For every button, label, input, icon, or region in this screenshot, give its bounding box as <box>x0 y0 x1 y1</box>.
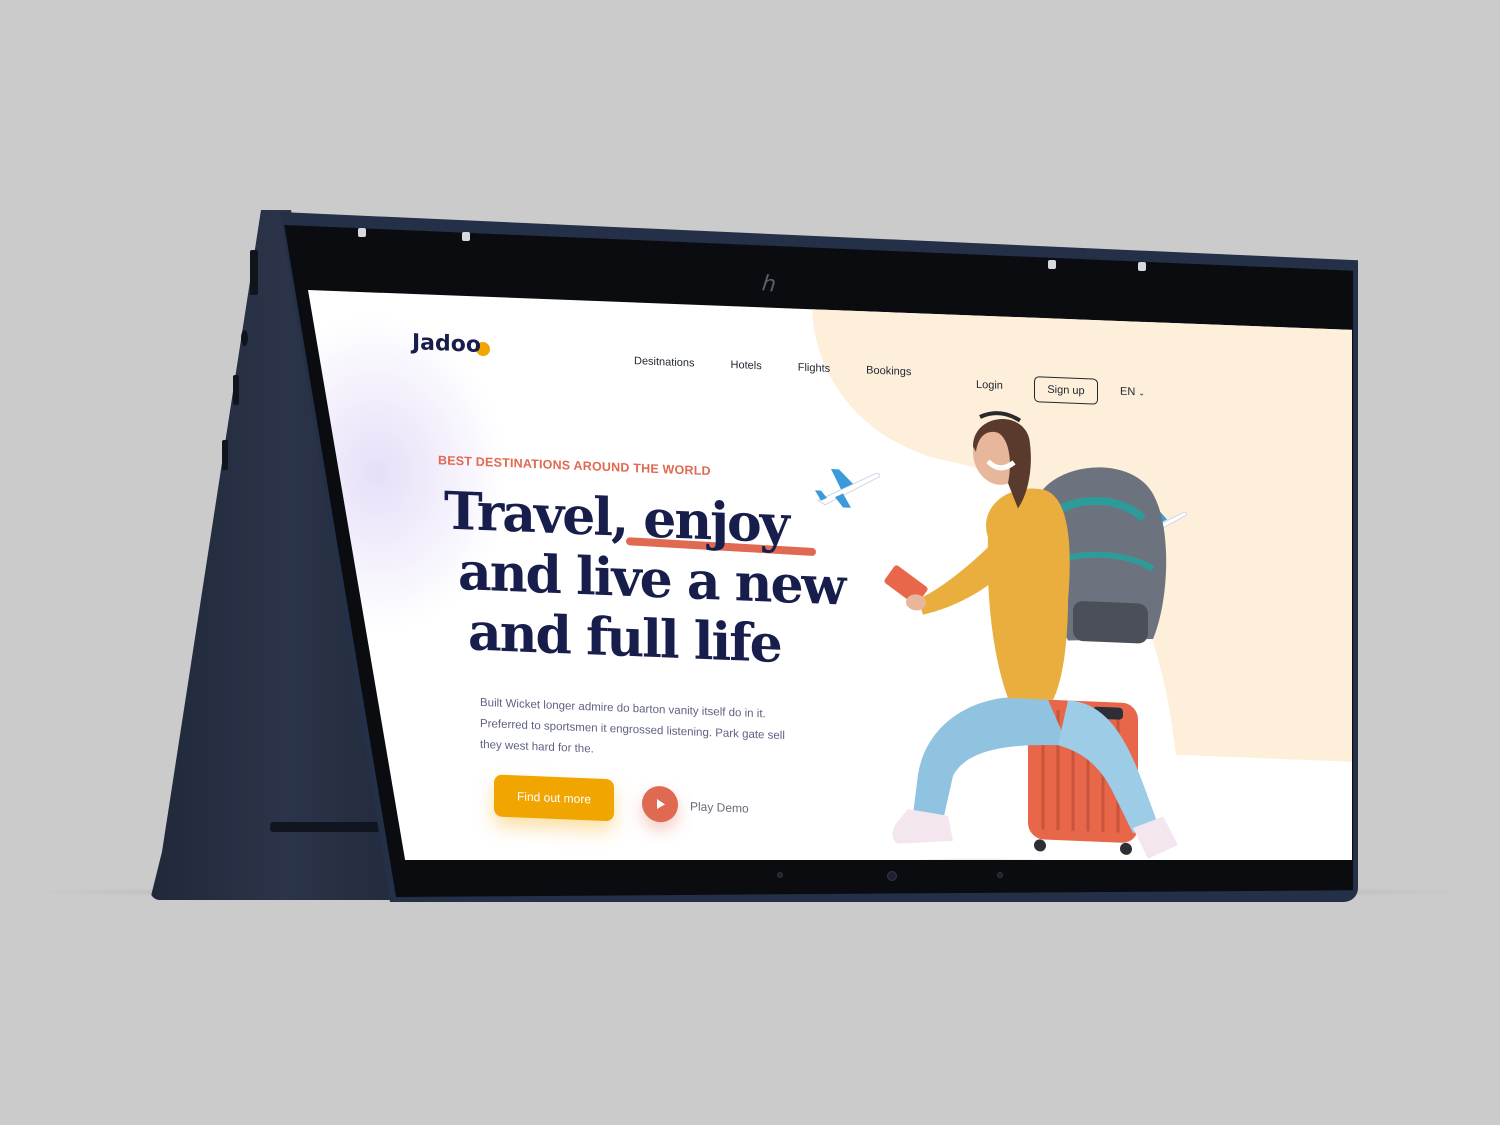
camera-icon <box>887 871 897 881</box>
play-demo-button[interactable] <box>642 785 678 823</box>
play-demo-label[interactable]: Play Demo <box>690 799 749 815</box>
device-mockup: ℎ Jadoo Desitnations Hotels Flights Book… <box>0 0 1500 1125</box>
chevron-down-icon: ⌄ <box>1138 388 1145 398</box>
hero-description: Built Wicket longer admire do barton van… <box>480 696 785 756</box>
login-link[interactable]: Login <box>976 379 1003 392</box>
sensor-icon <box>777 872 783 878</box>
site-logo[interactable]: Jadoo <box>412 330 481 358</box>
sensor-icon <box>997 872 1003 878</box>
language-label: EN <box>1120 385 1136 399</box>
device-hinge <box>462 232 470 241</box>
device-vent <box>270 822 380 832</box>
device-port <box>241 330 248 346</box>
logo-text-suffix: oo <box>450 331 482 358</box>
traveler-illustration <box>884 411 1228 860</box>
nav-item-flights[interactable]: Flights <box>798 362 830 375</box>
hero-headline: Travel, enjoy and live a new and full li… <box>444 480 864 678</box>
device-hinge <box>1048 260 1056 269</box>
device-port <box>222 440 228 470</box>
device-port <box>233 375 239 405</box>
device-logo-icon: ℎ <box>760 271 778 298</box>
logo-text-prefix: Jad <box>412 330 451 357</box>
website-screen: Jadoo Desitnations Hotels Flights Bookin… <box>308 290 1352 860</box>
device-hinge <box>358 228 366 237</box>
language-selector[interactable]: EN ⌄ <box>1120 386 1145 399</box>
nav-item-hotels[interactable]: Hotels <box>731 359 762 372</box>
nav-item-bookings[interactable]: Bookings <box>866 364 911 378</box>
device-hinge <box>1138 262 1146 271</box>
play-icon <box>657 799 665 810</box>
device-port <box>250 250 258 295</box>
find-out-more-button[interactable]: Find out more <box>494 774 614 822</box>
nav-item-destinations[interactable]: Desitnations <box>634 355 695 369</box>
